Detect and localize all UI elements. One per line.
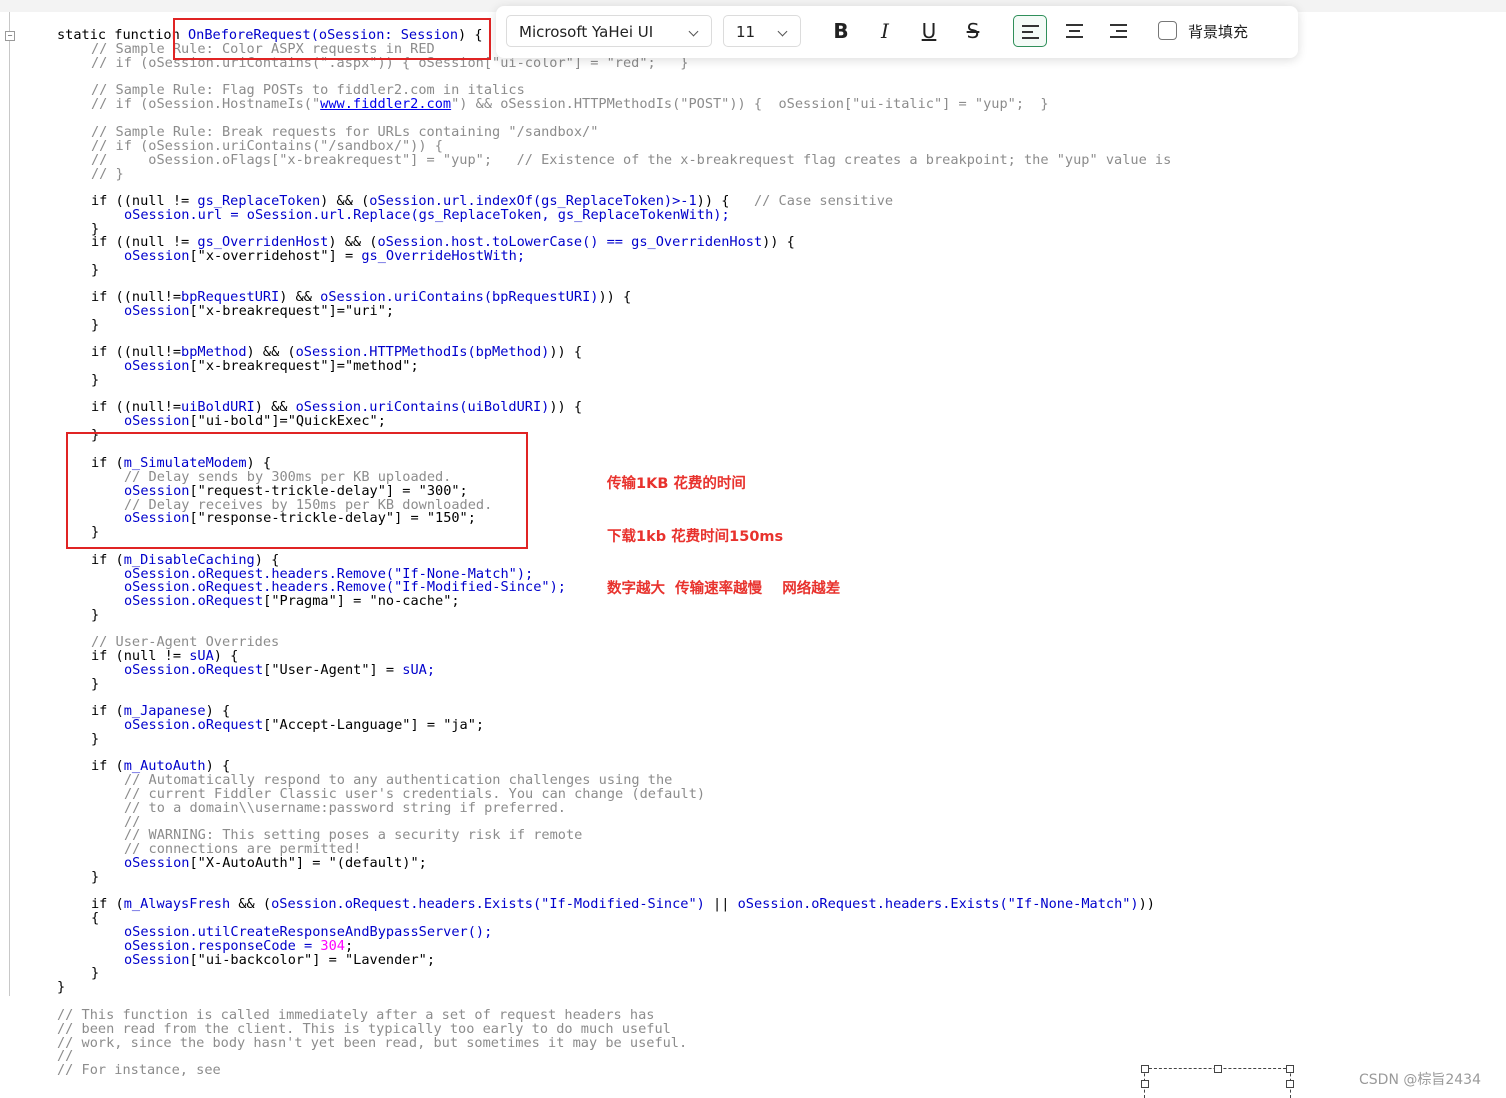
chevron-down-icon bbox=[688, 26, 699, 37]
code-line: // to a domain\\username:password string… bbox=[124, 800, 566, 816]
align-right-icon[interactable] bbox=[1102, 15, 1136, 47]
code-line: // bbox=[57, 1048, 74, 1064]
resize-handle[interactable] bbox=[1141, 1080, 1149, 1088]
code-line: oSession.utilCreateResponseAndBypassServ… bbox=[124, 924, 493, 940]
code-line: if (m_Japanese) { bbox=[91, 703, 231, 719]
code-line: if ((null!=uiBoldURI) && oSession.uriCon… bbox=[91, 399, 583, 415]
code-line: // work, since the body hasn't yet been … bbox=[57, 1035, 688, 1051]
watermark: CSDN @棕旨2434 bbox=[1359, 1072, 1481, 1088]
code-line: oSession.oRequest.headers.Remove("If-Mod… bbox=[124, 579, 566, 595]
selection-frame[interactable] bbox=[1141, 1065, 1294, 1098]
code-line: { bbox=[91, 910, 100, 926]
highlight-box-simulate-modem bbox=[66, 432, 528, 549]
code-line: } bbox=[91, 676, 100, 692]
annotation-upload: 传输1KB 花费的时间 bbox=[607, 476, 746, 492]
code-line: } bbox=[91, 965, 100, 981]
code-line: if ((null!=bpRequestURI) && oSession.uri… bbox=[91, 289, 632, 305]
code-line: if (null != sUA) { bbox=[91, 648, 239, 664]
code-line: if ((null != gs_ReplaceToken) && (oSessi… bbox=[91, 193, 894, 209]
strikethrough-icon[interactable]: S bbox=[956, 15, 990, 47]
code-line: } bbox=[91, 731, 100, 747]
annotation-download: 下载1kb 花费时间150ms bbox=[607, 529, 784, 545]
bold-icon[interactable]: B bbox=[824, 15, 858, 47]
code-line: // For instance, see bbox=[57, 1062, 221, 1078]
annotation-slower: 数字越大 传输速率越慢 网络越差 bbox=[607, 581, 841, 597]
align-center-icon[interactable] bbox=[1058, 15, 1092, 47]
code-line: if ((null != gs_OverridenHost) && (oSess… bbox=[91, 234, 795, 250]
resize-handle[interactable] bbox=[1214, 1065, 1222, 1073]
code-line: } bbox=[91, 607, 100, 623]
code-line: // oSession.oFlags["x-breakrequest"] = "… bbox=[91, 152, 1172, 168]
code-line: } bbox=[57, 979, 66, 995]
font-size-value: 11 bbox=[736, 23, 756, 41]
code-line: // Sample Rule: Flag POSTs to fiddler2.c… bbox=[91, 82, 525, 98]
code-line: } bbox=[91, 869, 100, 885]
code-line: } bbox=[91, 317, 100, 333]
code-link[interactable]: www.fiddler2.com bbox=[320, 96, 451, 112]
code-line: // current Fiddler Classic user's creden… bbox=[124, 786, 706, 802]
code-line: // WARNING: This setting poses a securit… bbox=[124, 827, 583, 843]
code-line: // This function is called immediately a… bbox=[57, 1007, 655, 1023]
code-line: oSession["ui-backcolor"] = "Lavender"; bbox=[124, 952, 436, 968]
code-line: } bbox=[91, 262, 100, 278]
code-line: // User-Agent Overrides bbox=[91, 634, 280, 650]
code-line: // if (oSession.uriContains("/sandbox/")… bbox=[91, 138, 443, 154]
code-line: oSession.responseCode = 304; bbox=[124, 938, 354, 954]
code-line: // Sample Rule: Break requests for URLs … bbox=[91, 124, 599, 140]
code-line: oSession.oRequest["Accept-Language"] = "… bbox=[124, 717, 485, 733]
code-line: } bbox=[91, 372, 100, 388]
bg-fill-checkbox[interactable] bbox=[1158, 21, 1177, 40]
italic-icon[interactable]: I bbox=[868, 15, 902, 47]
code-line: // been read from the client. This is ty… bbox=[57, 1021, 671, 1037]
code-line: oSession["ui-bold"]="QuickExec"; bbox=[124, 413, 386, 429]
format-toolbar: Microsoft YaHei UI 11 B I U S 背景填充 bbox=[496, 6, 1298, 58]
code-line: oSession.oRequest["User-Agent"] = sUA; bbox=[124, 662, 436, 678]
code-line: oSession["x-overridehost"] = gs_Override… bbox=[124, 248, 526, 264]
code-line: // connections are permitted! bbox=[124, 841, 362, 857]
code-line: if ((null!=bpMethod) && (oSession.HTTPMe… bbox=[91, 344, 583, 360]
code-line: // if (oSession.HostnameIs("www.fiddler2… bbox=[91, 96, 1049, 112]
resize-handle[interactable] bbox=[1141, 1065, 1149, 1073]
bg-fill-label: 背景填充 bbox=[1188, 23, 1249, 41]
code-line: oSession["X-AutoAuth"] = "(default)"; bbox=[124, 855, 427, 871]
highlight-box-function bbox=[173, 18, 491, 60]
align-left-icon[interactable] bbox=[1013, 15, 1047, 47]
code-line: if (m_AlwaysFresh && (oSession.oRequest.… bbox=[91, 896, 1155, 912]
code-line: if (m_DisableCaching) { bbox=[91, 552, 280, 568]
code-line: oSession["x-breakrequest"]="uri"; bbox=[124, 303, 395, 319]
resize-handle[interactable] bbox=[1286, 1080, 1294, 1088]
code-line: oSession["x-breakrequest"]="method"; bbox=[124, 358, 419, 374]
resize-handle[interactable] bbox=[1286, 1065, 1294, 1073]
code-line: oSession.url = oSession.url.Replace(gs_R… bbox=[124, 207, 730, 223]
font-family-select[interactable]: Microsoft YaHei UI bbox=[506, 15, 712, 47]
font-size-select[interactable]: 11 bbox=[723, 15, 801, 47]
chevron-down-icon bbox=[777, 26, 788, 37]
code-line: if (m_AutoAuth) { bbox=[91, 758, 231, 774]
font-family-value: Microsoft YaHei UI bbox=[519, 23, 654, 41]
underline-icon[interactable]: U bbox=[912, 15, 946, 47]
code-line: oSession.oRequest["Pragma"] = "no-cache"… bbox=[124, 593, 460, 609]
code-line: // } bbox=[91, 166, 124, 182]
code-line: // Automatically respond to any authenti… bbox=[124, 772, 673, 788]
